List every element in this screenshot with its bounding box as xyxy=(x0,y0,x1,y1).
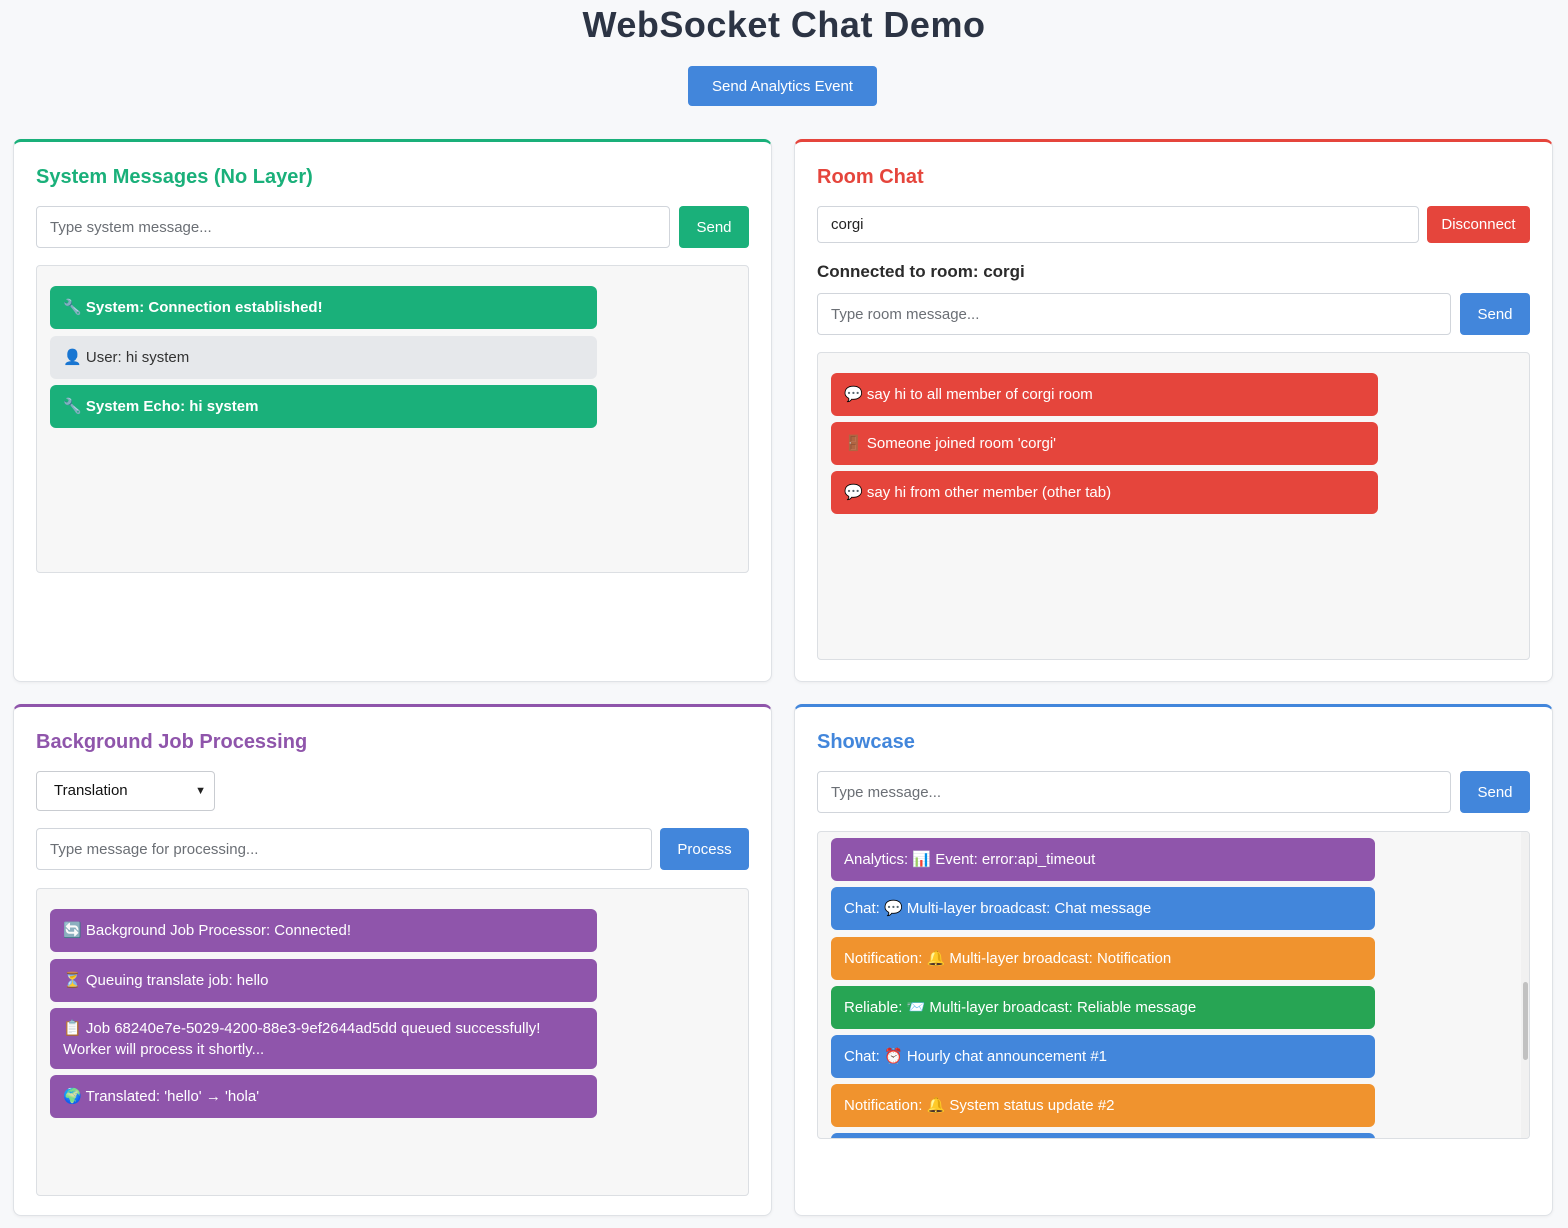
process-button[interactable]: Process xyxy=(660,828,749,870)
wrench-icon: 🔧 xyxy=(63,298,82,316)
envelope-icon: 📨 xyxy=(906,998,926,1016)
background-job-panel: Background Job Processing Translation ▼ … xyxy=(13,704,772,1216)
list-item: Notification: 🔔 Multi-layer broadcast: N… xyxy=(831,937,1375,980)
message-text: say hi to all member of corgi room xyxy=(866,386,1093,403)
selected-option: Translation xyxy=(54,782,128,799)
job-message-list: 🔄 Background Job Processor: Connected! ⏳… xyxy=(36,888,749,1196)
message-text: Someone joined room 'corgi' xyxy=(866,435,1057,452)
panel-heading: Showcase xyxy=(817,731,915,753)
disconnect-button[interactable]: Disconnect xyxy=(1427,206,1530,243)
list-item: Chat: 💬 Multi-layer broadcast: Chat mess… xyxy=(831,887,1375,930)
showcase-send-button[interactable]: Send xyxy=(1460,771,1530,813)
scrollbar-thumb[interactable] xyxy=(1523,982,1528,1060)
room-message-input[interactable] xyxy=(817,293,1451,335)
message-text: say hi from other member (other tab) xyxy=(866,484,1112,501)
message-text: Hourly chat announcement #1 xyxy=(906,1048,1108,1065)
bar-chart-icon: 📊 xyxy=(912,850,932,868)
job-type-select[interactable]: Translation ▼ xyxy=(36,771,215,811)
globe-icon: 🌍 xyxy=(63,1087,82,1105)
message-text: Multi-layer broadcast: Chat message xyxy=(906,900,1152,917)
panel-heading: System Messages (No Layer) xyxy=(36,166,313,188)
chevron-down-icon: ▼ xyxy=(195,785,206,797)
message-text: Event: error:api_timeout xyxy=(935,851,1096,868)
room-message-list: 💬 say hi to all member of corgi room 🚪 S… xyxy=(817,352,1530,660)
alarm-clock-icon: ⏰ xyxy=(884,1047,903,1065)
showcase-message-list: Analytics: 📊 Event: error:api_timeout Ch… xyxy=(817,831,1530,1139)
list-item: 🔧 System: Connection established! xyxy=(50,286,597,329)
message-prefix: Notification: xyxy=(844,950,923,967)
message-text: Job 68240e7e-5029-4200-88e3-9ef2644ad5dd… xyxy=(63,1020,541,1058)
list-item: 🔧 System Echo: hi system xyxy=(50,385,597,428)
list-item: Reliable: 📨 Multi-layer broadcast: Relia… xyxy=(831,986,1375,1029)
list-item: 💬 say hi from other member (other tab) xyxy=(831,471,1378,514)
refresh-icon: 🔄 xyxy=(63,921,82,939)
room-name-input[interactable] xyxy=(817,206,1419,243)
list-item: 🌍 Translated: 'hello' → 'hola' xyxy=(50,1075,597,1118)
list-item: 🔄 Background Job Processor: Connected! xyxy=(50,909,597,952)
panel-heading: Background Job Processing xyxy=(36,731,308,753)
speech-bubble-icon: 💬 xyxy=(844,483,863,501)
list-item: 💬 say hi to all member of corgi room xyxy=(831,373,1378,416)
speech-bubble-icon: 💬 xyxy=(844,385,863,403)
user-icon: 👤 xyxy=(63,348,82,366)
bell-icon: 🔔 xyxy=(926,949,946,967)
showcase-panel: Showcase Send Analytics: 📊 Event: error:… xyxy=(794,704,1553,1216)
list-item: Chat: ⏰ Hourly chat announcement #1 xyxy=(831,1035,1375,1078)
speech-bubble-icon: 💬 xyxy=(884,899,903,917)
list-item: Analytics: 📊 Event: error:api_timeout xyxy=(831,838,1375,881)
page-title: WebSocket Chat Demo xyxy=(582,4,986,45)
system-messages-panel: System Messages (No Layer) Send 🔧 System… xyxy=(13,139,772,682)
wrench-icon: 🔧 xyxy=(63,397,82,415)
showcase-message-input[interactable] xyxy=(817,771,1451,813)
hourglass-icon: ⏳ xyxy=(63,971,82,989)
scrollbar-track[interactable] xyxy=(1521,832,1529,1138)
message-prefix: Notification: xyxy=(844,1097,923,1114)
room-status: Connected to room: corgi xyxy=(817,262,1025,281)
message-prefix: Chat: xyxy=(844,1048,880,1065)
clipboard-icon: 📋 xyxy=(63,1019,82,1037)
message-prefix: Analytics: xyxy=(844,851,909,868)
system-message-input[interactable] xyxy=(36,206,670,248)
message-text: System: Connection established! xyxy=(85,299,323,316)
message-text: Background Job Processor: Connected! xyxy=(85,922,352,939)
panel-heading: Room Chat xyxy=(817,166,924,188)
list-item-partial xyxy=(831,1133,1375,1138)
message-text: Translated: 'hello' → 'hola' xyxy=(85,1088,260,1105)
list-item: 👤 User: hi system xyxy=(50,336,597,379)
room-send-button[interactable]: Send xyxy=(1460,293,1530,335)
send-analytics-event-button[interactable]: Send Analytics Event xyxy=(688,66,877,106)
system-message-list: 🔧 System: Connection established! 👤 User… xyxy=(36,265,749,573)
message-text: Queuing translate job: hello xyxy=(85,972,269,989)
message-text: System Echo: hi system xyxy=(85,398,259,415)
list-item: 🚪 Someone joined room 'corgi' xyxy=(831,422,1378,465)
room-chat-panel: Room Chat Disconnect Connected to room: … xyxy=(794,139,1553,682)
door-icon: 🚪 xyxy=(844,434,863,452)
message-prefix: Reliable: xyxy=(844,999,903,1016)
message-text: Multi-layer broadcast: Reliable message xyxy=(929,999,1197,1016)
list-item: ⏳ Queuing translate job: hello xyxy=(50,959,597,1002)
message-text: System status update #2 xyxy=(949,1097,1115,1114)
list-item: Notification: 🔔 System status update #2 xyxy=(831,1084,1375,1127)
message-text: User: hi system xyxy=(85,349,190,366)
job-message-input[interactable] xyxy=(36,828,652,870)
list-item: 📋 Job 68240e7e-5029-4200-88e3-9ef2644ad5… xyxy=(50,1008,597,1069)
message-prefix: Chat: xyxy=(844,900,880,917)
bell-icon: 🔔 xyxy=(926,1096,946,1114)
system-send-button[interactable]: Send xyxy=(679,206,749,248)
message-text: Multi-layer broadcast: Notification xyxy=(949,950,1172,967)
